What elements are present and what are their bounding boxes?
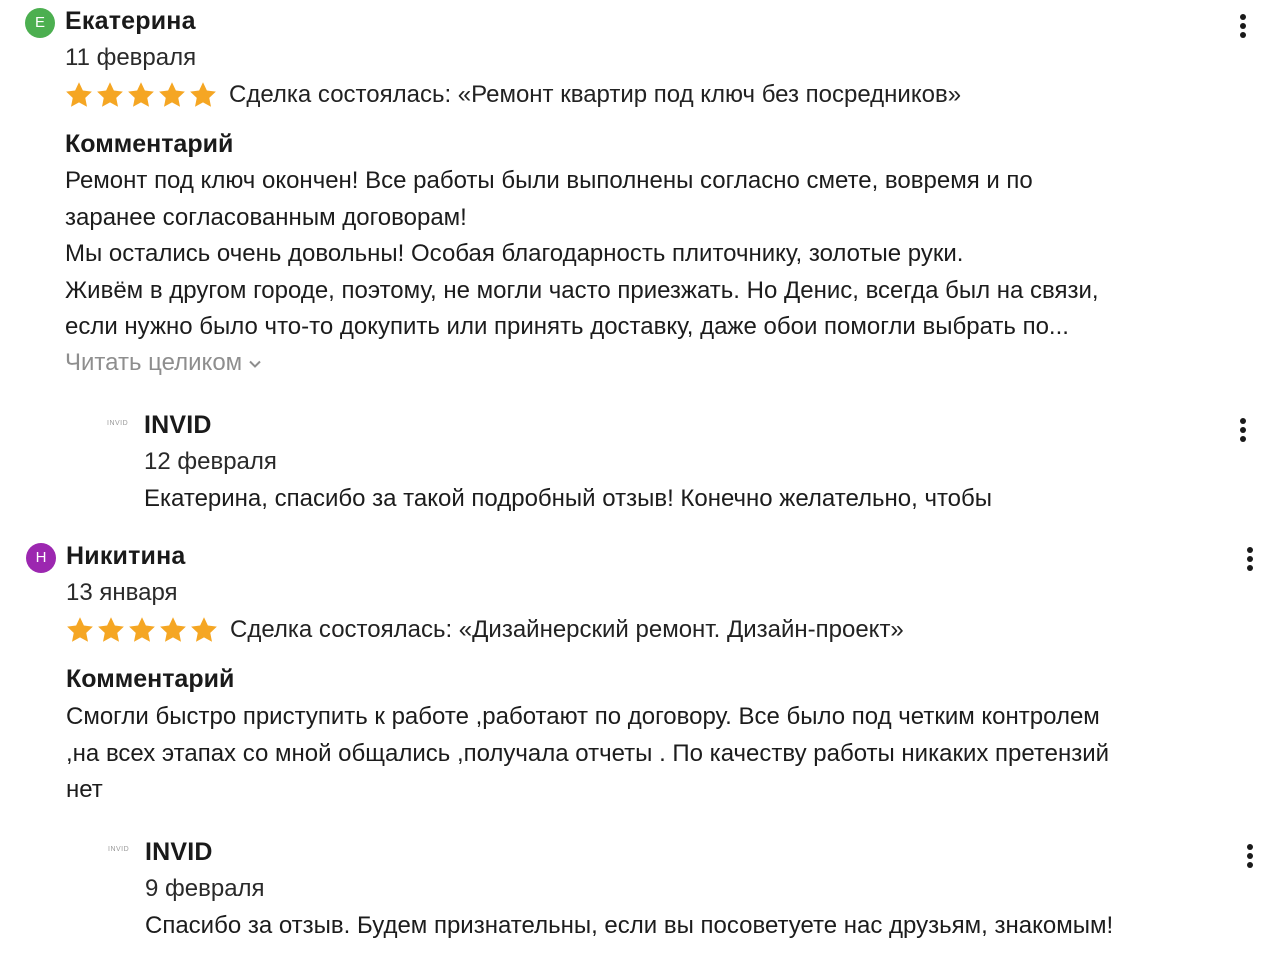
comment-heading: Комментарий xyxy=(66,665,235,693)
company-logo: INVID xyxy=(107,420,129,427)
comment-line: если нужно было что-то докупить или прин… xyxy=(65,313,1069,340)
reply-author[interactable]: INVID xyxy=(144,411,212,440)
star-rating xyxy=(65,615,220,645)
star-icon xyxy=(129,617,155,642)
comment-line: Живём в другом городе, поэтому, не могли… xyxy=(65,276,1099,304)
comment-line: Мы остались очень довольны! Особая благо… xyxy=(65,240,964,267)
reply-text: Екатерина, спасибо за такой подробный от… xyxy=(144,485,993,512)
rating-row: Сделка состоялась: «Дизайнерский ремонт.… xyxy=(65,615,904,645)
review-author[interactable]: Екатерина xyxy=(65,7,196,36)
review-date: 13 января xyxy=(66,579,178,606)
chevron-down-icon xyxy=(249,360,261,368)
comment-body: Смогли быстро приступить к работе ,работ… xyxy=(66,699,1109,809)
star-icon xyxy=(128,82,154,107)
avatar[interactable]: Н xyxy=(26,543,56,573)
deal-link[interactable]: Сделка состоялась: «Дизайнерский ремонт.… xyxy=(230,616,904,644)
comment-body: Ремонт под ключ окончен! Все работы были… xyxy=(65,163,1099,346)
star-icon xyxy=(191,617,217,642)
star-icon xyxy=(97,82,123,107)
comment-line: заранее согласованным договорам! xyxy=(65,203,467,231)
read-more-link[interactable]: Читать целиком xyxy=(65,349,262,377)
star-icon xyxy=(159,82,185,107)
comment-line: нет xyxy=(66,776,103,803)
comment-line: Ремонт под ключ окончен! Все работы были… xyxy=(65,167,1033,194)
more-vertical-icon[interactable] xyxy=(1244,545,1256,575)
star-icon xyxy=(190,82,216,107)
reply-date: 12 февраля xyxy=(144,448,277,475)
comment-line: Смогли быстро приступить к работе ,работ… xyxy=(66,703,1100,730)
more-vertical-icon[interactable] xyxy=(1244,842,1256,872)
star-icon xyxy=(67,617,93,642)
reply-date: 9 февраля xyxy=(145,875,265,902)
reply-text: Спасибо за отзыв. Будем признательны, ес… xyxy=(145,912,1114,939)
star-icon xyxy=(66,82,92,107)
review-author[interactable]: Никитина xyxy=(66,542,186,571)
comment-line: ,на всех этапах со мной общались ,получа… xyxy=(66,739,1110,767)
review-date: 11 февраля xyxy=(65,44,197,71)
star-icon xyxy=(98,617,124,642)
comment-heading: Комментарий xyxy=(65,130,234,158)
company-logo: INVID xyxy=(108,846,130,853)
deal-link[interactable]: Сделка состоялась: «Ремонт квартир под к… xyxy=(229,81,961,109)
reply-author[interactable]: INVID xyxy=(145,838,213,867)
avatar[interactable]: Е xyxy=(25,8,55,38)
rating-row: Сделка состоялась: «Ремонт квартир под к… xyxy=(64,80,961,110)
read-more-label: Читать целиком xyxy=(65,349,243,376)
star-rating xyxy=(64,80,219,110)
star-icon xyxy=(160,617,186,642)
more-vertical-icon[interactable] xyxy=(1237,12,1249,42)
more-vertical-icon[interactable] xyxy=(1237,416,1249,446)
